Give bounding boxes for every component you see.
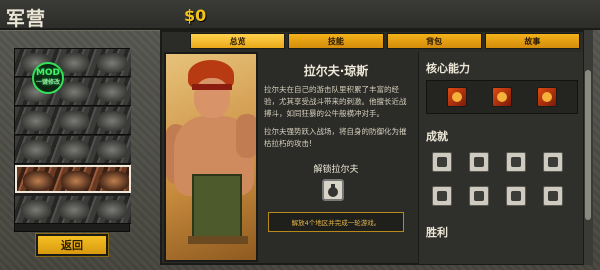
character-face	[21, 140, 51, 160]
character-face	[61, 171, 91, 191]
ability-glyph	[541, 92, 552, 102]
core-ability-icon[interactable]	[491, 87, 512, 107]
achievement-icon[interactable]	[469, 152, 489, 172]
character-face	[59, 111, 89, 131]
mod-badge[interactable]: MOD 一键修改	[32, 62, 64, 94]
unlock-icon	[322, 179, 344, 201]
roster-slot[interactable]	[15, 107, 131, 135]
achievements-title: 成就	[426, 130, 448, 143]
achievement-icon[interactable]	[432, 186, 452, 206]
achievement-icon[interactable]	[506, 152, 526, 172]
achievements-grid	[432, 152, 578, 206]
achievement-glyph	[511, 157, 521, 167]
achievement-icon[interactable]	[543, 152, 563, 172]
core-abilities-box	[426, 80, 578, 114]
character-face	[59, 200, 89, 220]
character-face	[97, 82, 127, 102]
victory-title: 胜利	[426, 226, 448, 239]
money-display: $0	[184, 6, 207, 25]
portrait-headband	[192, 84, 232, 90]
tab-overview[interactable]: 总览	[190, 33, 286, 49]
roster-slot-selected[interactable]	[15, 165, 131, 193]
unlock-title: 解锁拉尔夫	[313, 165, 359, 175]
tab-bar: 总览 技能 背包 故事	[190, 33, 580, 49]
roster-slot[interactable]	[15, 196, 131, 224]
hero-description: 拉尔夫在自己的游击队里积累了丰富的经验，尤其享受战斗带来的刺激。他擅长近战搏斗，…	[264, 84, 410, 156]
portrait-belt	[188, 236, 248, 244]
unlock-requirement: 解放4个地区并完成一轮游戏。	[268, 212, 404, 232]
character-face	[23, 171, 53, 191]
character-face	[97, 53, 127, 73]
character-face	[21, 111, 51, 131]
achievement-icon[interactable]	[506, 186, 526, 206]
character-face	[97, 140, 127, 160]
achievement-glyph	[474, 157, 484, 167]
top-bar: 军营 $0	[0, 0, 600, 30]
character-face	[59, 140, 89, 160]
character-face	[97, 111, 127, 131]
tab-skills[interactable]: 技能	[288, 33, 384, 49]
ability-glyph	[496, 92, 507, 102]
achievement-icon[interactable]	[432, 152, 452, 172]
hero-description-paragraph: 拉尔夫在自己的游击队里积累了丰富的经验，尤其享受战斗带来的刺激。他擅长近战搏斗，…	[264, 85, 407, 118]
core-abilities-title: 核心能力	[426, 62, 470, 75]
achievement-icon[interactable]	[543, 186, 563, 206]
barracks-screen: 军营 $0 MOD 一键修改 返回 总览 技能 背包 故事 拉尔夫·琼斯 拉尔夫…	[0, 0, 600, 270]
hero-description-paragraph: 拉尔夫强势跃入战场，将自身的防御化为摧枯拉朽的攻击!	[264, 127, 407, 148]
character-face	[21, 200, 51, 220]
divider	[0, 30, 160, 31]
achievement-glyph	[511, 191, 521, 201]
hero-portrait	[164, 52, 258, 262]
ability-glyph	[452, 92, 463, 102]
scrollbar-thumb[interactable]	[585, 70, 591, 220]
hero-name: 拉尔夫·琼斯	[303, 64, 369, 78]
mod-badge-label: MOD	[35, 68, 61, 78]
grenade-icon	[328, 184, 338, 197]
back-button[interactable]: 返回	[35, 233, 109, 257]
character-face	[99, 171, 129, 191]
tab-backpack[interactable]: 背包	[386, 33, 482, 49]
achievement-glyph	[474, 191, 484, 201]
achievement-glyph	[548, 157, 558, 167]
achievement-icon[interactable]	[469, 186, 489, 206]
core-ability-icon[interactable]	[447, 87, 468, 107]
core-ability-icon[interactable]	[536, 87, 557, 107]
achievement-glyph	[437, 157, 447, 167]
character-face	[97, 200, 127, 220]
tab-story[interactable]: 故事	[484, 33, 580, 49]
page-title: 军营	[6, 8, 47, 30]
portrait-arm	[236, 114, 256, 158]
roster-slot[interactable]	[15, 136, 131, 164]
mod-badge-sublabel: 一键修改	[35, 79, 60, 86]
achievement-glyph	[437, 191, 447, 201]
portrait-vest	[192, 174, 242, 244]
character-face	[59, 53, 89, 73]
character-face	[59, 82, 89, 102]
achievement-glyph	[548, 191, 558, 201]
